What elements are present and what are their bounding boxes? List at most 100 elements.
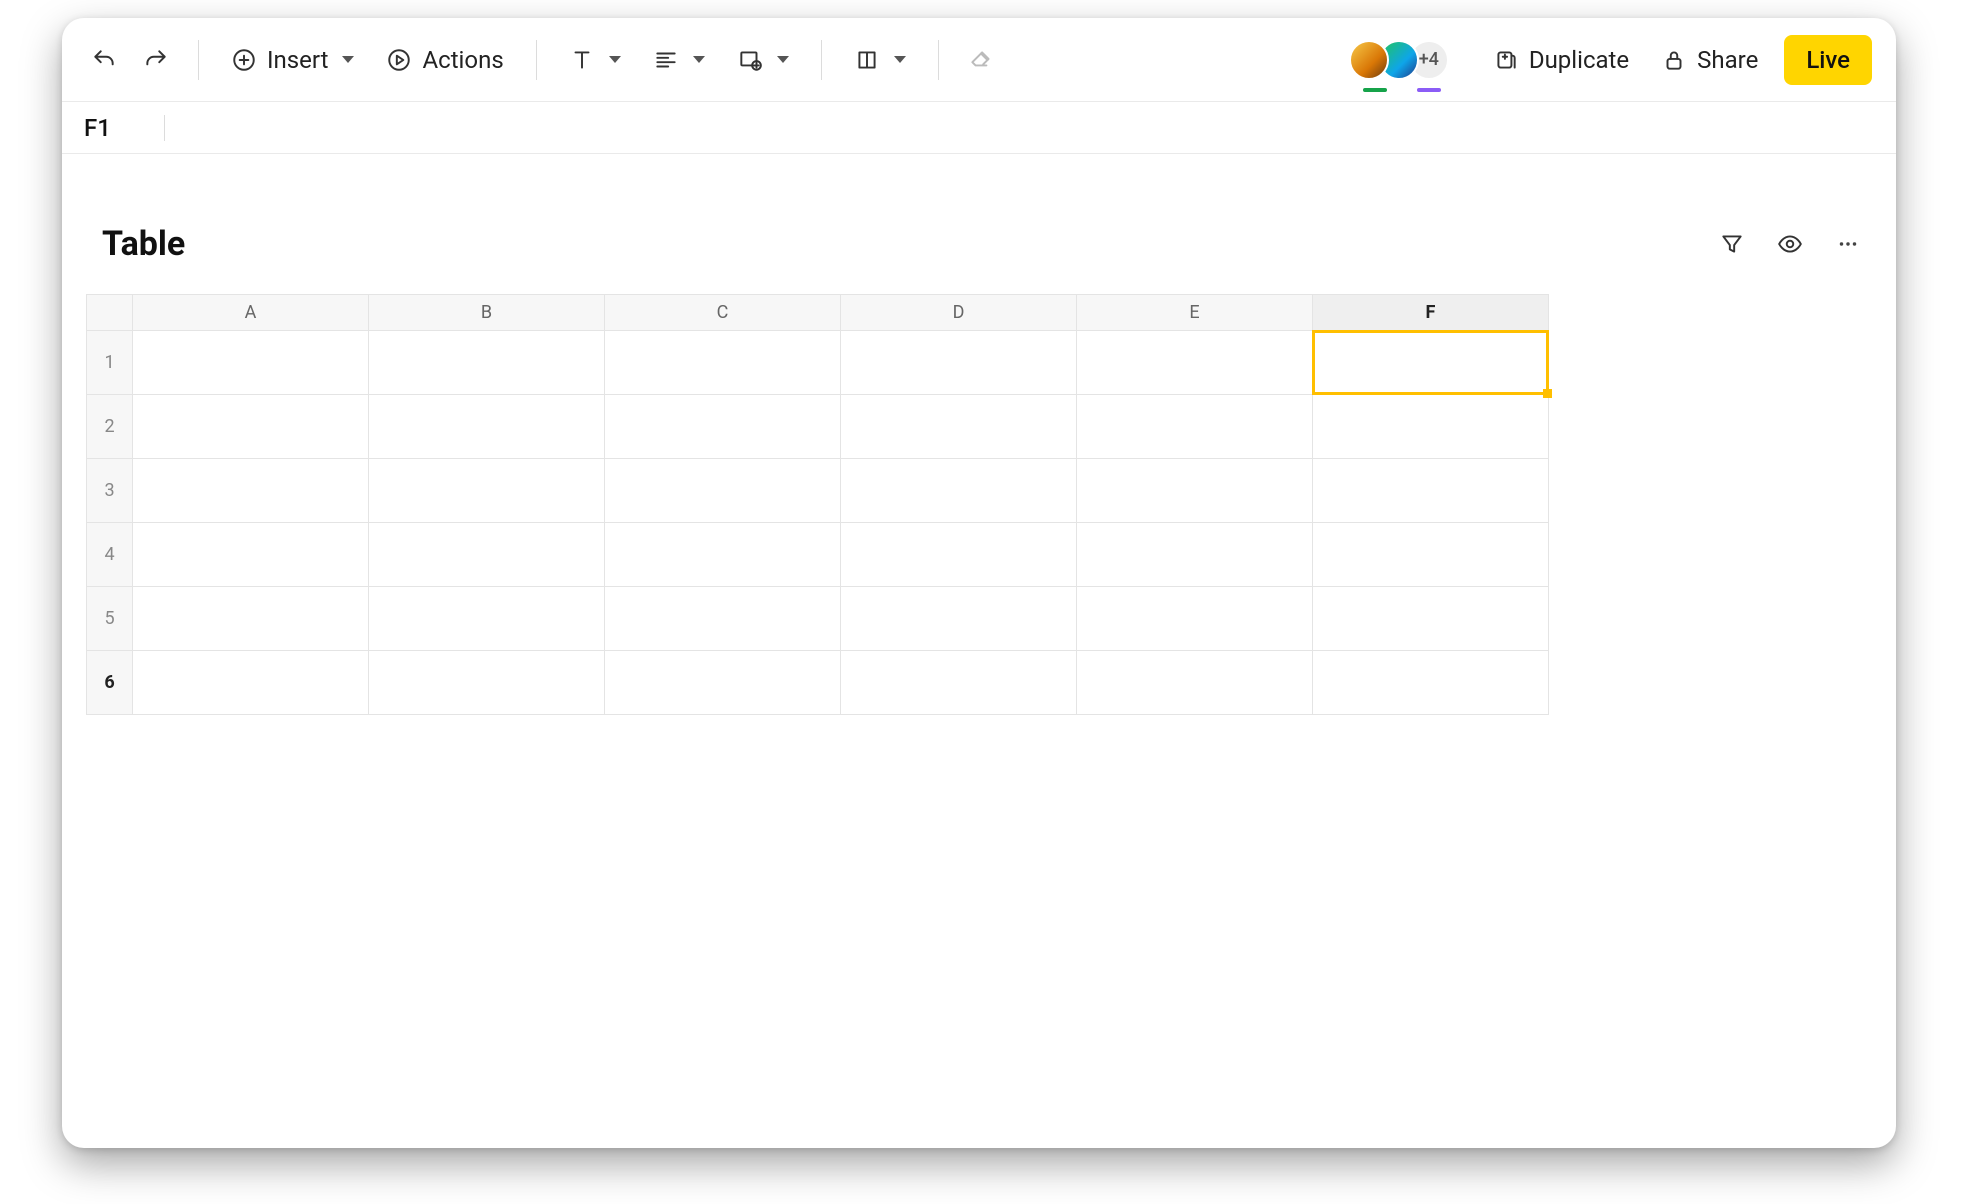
actions-button[interactable]: Actions [372, 36, 517, 84]
presence-indicators [1349, 88, 1449, 92]
cell[interactable] [1077, 523, 1313, 587]
toolbar-separator [821, 40, 822, 80]
chevron-down-icon [894, 56, 906, 63]
cell[interactable] [369, 395, 605, 459]
cell[interactable] [841, 395, 1077, 459]
cell[interactable] [841, 459, 1077, 523]
cell-format-button[interactable] [723, 36, 803, 84]
grid-corner[interactable] [87, 295, 133, 331]
undo-icon [91, 47, 117, 73]
toolbar-separator [938, 40, 939, 80]
visibility-button[interactable] [1770, 224, 1810, 264]
box-plus-icon [737, 47, 763, 73]
plus-circle-icon [231, 47, 257, 73]
column-header[interactable]: C [605, 295, 841, 331]
cell[interactable] [605, 459, 841, 523]
share-label: Share [1697, 46, 1758, 74]
live-button[interactable]: Live [1784, 35, 1872, 85]
chevron-down-icon [342, 56, 354, 63]
cell[interactable] [1313, 651, 1549, 715]
chevron-down-icon [609, 56, 621, 63]
column-header[interactable]: A [133, 295, 369, 331]
column-header[interactable]: F [1313, 295, 1549, 331]
cell[interactable] [133, 651, 369, 715]
cell[interactable] [605, 523, 841, 587]
align-button[interactable] [639, 36, 719, 84]
row-header[interactable]: 6 [87, 651, 133, 715]
cell[interactable] [605, 651, 841, 715]
cell[interactable] [133, 395, 369, 459]
live-label: Live [1806, 46, 1850, 74]
cell[interactable] [1077, 331, 1313, 395]
columns-icon [854, 47, 880, 73]
cell[interactable] [1077, 395, 1313, 459]
more-options-button[interactable] [1828, 224, 1868, 264]
filter-button[interactable] [1712, 224, 1752, 264]
row-header[interactable]: 4 [87, 523, 133, 587]
filter-icon [1719, 231, 1745, 257]
cell[interactable] [369, 331, 605, 395]
redo-button[interactable] [132, 36, 180, 84]
presence-dot [1417, 88, 1441, 92]
spreadsheet-grid[interactable]: ABCDEF 123456 [86, 294, 1549, 715]
eraser-button[interactable] [957, 36, 1005, 84]
align-left-icon [653, 47, 679, 73]
cell[interactable] [605, 331, 841, 395]
cell[interactable] [841, 587, 1077, 651]
cell[interactable] [841, 331, 1077, 395]
cell[interactable] [605, 395, 841, 459]
cell[interactable] [369, 523, 605, 587]
sheet-title[interactable]: Table [102, 224, 185, 264]
cell[interactable] [1313, 459, 1549, 523]
eye-icon [1777, 231, 1803, 257]
cell[interactable] [841, 651, 1077, 715]
layout-button[interactable] [840, 36, 920, 84]
lock-icon [1661, 47, 1687, 73]
toolbar-separator [536, 40, 537, 80]
column-header[interactable]: B [369, 295, 605, 331]
cell-reference[interactable]: F1 [84, 114, 144, 142]
formula-input[interactable] [185, 115, 1896, 141]
cell[interactable] [1313, 395, 1549, 459]
cell[interactable] [1313, 587, 1549, 651]
presence-avatars[interactable]: +4 [1349, 40, 1449, 80]
duplicate-icon [1493, 47, 1519, 73]
avatar[interactable] [1349, 40, 1389, 80]
row-header[interactable]: 2 [87, 395, 133, 459]
cell[interactable] [133, 587, 369, 651]
cell[interactable] [133, 459, 369, 523]
cell[interactable] [841, 523, 1077, 587]
cell[interactable] [605, 587, 841, 651]
redo-icon [143, 47, 169, 73]
share-button[interactable]: Share [1647, 36, 1772, 84]
undo-button[interactable] [80, 36, 128, 84]
formula-bar: F1 [62, 102, 1896, 154]
toolbar-separator [198, 40, 199, 80]
cell[interactable] [133, 523, 369, 587]
cell[interactable] [1077, 651, 1313, 715]
cell[interactable] [369, 459, 605, 523]
cell[interactable] [369, 587, 605, 651]
row-header[interactable]: 1 [87, 331, 133, 395]
formula-bar-separator [164, 115, 165, 141]
duplicate-label: Duplicate [1529, 46, 1629, 74]
column-header[interactable]: D [841, 295, 1077, 331]
play-circle-icon [386, 47, 412, 73]
cell[interactable] [1077, 587, 1313, 651]
app-window: Insert Actions [62, 18, 1896, 1148]
column-header[interactable]: E [1077, 295, 1313, 331]
duplicate-button[interactable]: Duplicate [1479, 36, 1643, 84]
sheet-area: Table ABCDEF 123456 [62, 154, 1896, 739]
text-format-button[interactable] [555, 36, 635, 84]
row-header[interactable]: 5 [87, 587, 133, 651]
presence-dot [1363, 88, 1387, 92]
insert-label: Insert [267, 46, 328, 74]
insert-button[interactable]: Insert [217, 36, 368, 84]
cell[interactable] [1313, 523, 1549, 587]
row-header[interactable]: 3 [87, 459, 133, 523]
cell[interactable] [1313, 331, 1549, 395]
cell[interactable] [369, 651, 605, 715]
chevron-down-icon [777, 56, 789, 63]
cell[interactable] [133, 331, 369, 395]
cell[interactable] [1077, 459, 1313, 523]
